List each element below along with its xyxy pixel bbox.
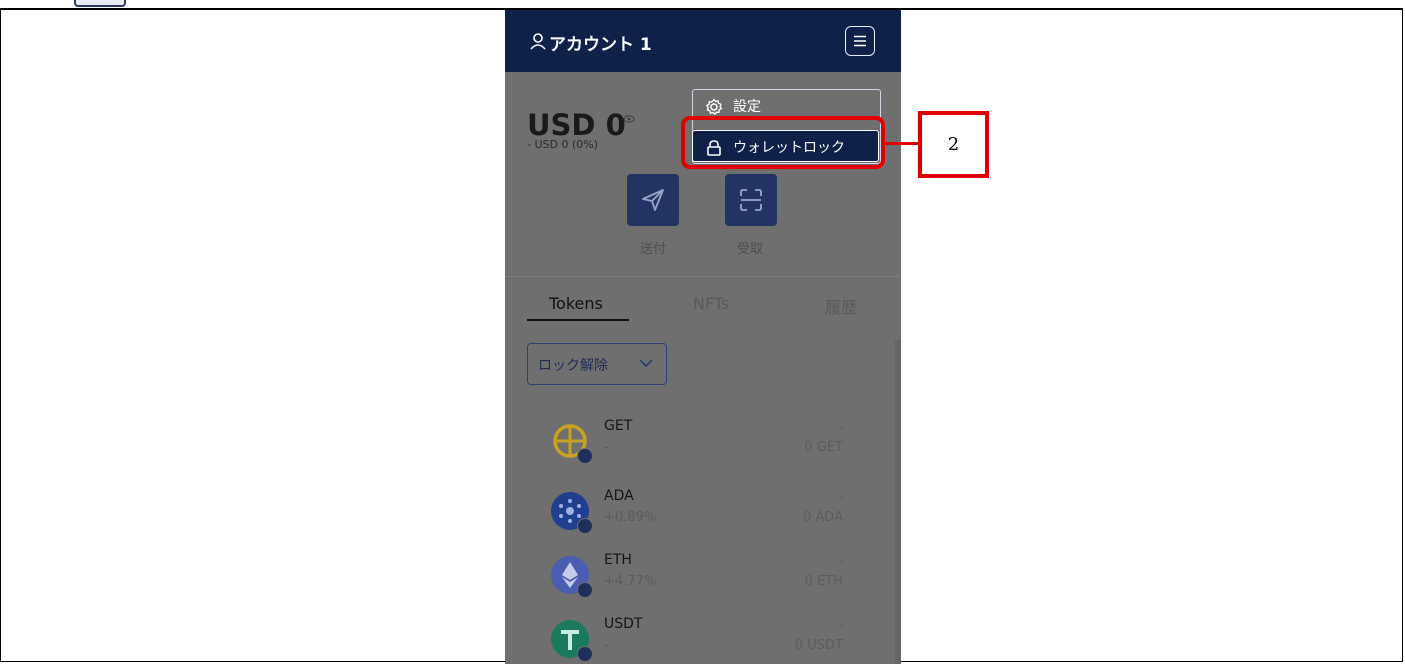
token-fiat-value: - <box>838 554 843 569</box>
cropped-app-icon <box>74 0 126 7</box>
token-amount: 0 GET <box>804 440 843 455</box>
network-badge-icon <box>577 448 593 464</box>
balance-amount: USD 0 <box>527 108 626 142</box>
network-badge-icon <box>577 646 593 662</box>
balance-change: - USD 0 (0%) <box>527 138 598 151</box>
token-amount: 0 ADA <box>803 510 843 525</box>
token-symbol: USDT <box>604 616 643 632</box>
gear-icon <box>706 98 723 115</box>
token-symbol: GET <box>604 418 633 434</box>
receive-button[interactable] <box>725 174 777 226</box>
send-icon <box>642 189 664 211</box>
token-symbol: ETH <box>604 552 632 568</box>
scan-icon <box>740 189 762 211</box>
eye-icon[interactable] <box>623 114 635 124</box>
network-badge-icon <box>577 518 593 534</box>
annotation-highlight <box>681 116 885 169</box>
chevron-down-icon <box>639 359 653 368</box>
token-row[interactable]: ADA +0.89% - 0 ADA <box>505 488 901 552</box>
network-badge-icon <box>577 582 593 598</box>
settings-label: 設定 <box>733 99 761 115</box>
wallet-screen: アカウント 1 USD 0 - USD 0 (0%) 送付 受取 Tokens … <box>505 10 901 664</box>
token-row[interactable]: GET - - 0 GET <box>505 418 901 482</box>
send-label: 送付 <box>640 242 667 257</box>
section-divider <box>505 276 901 277</box>
token-change: - <box>604 440 609 455</box>
token-fiat-value: - <box>838 490 843 505</box>
token-change: +4.77% <box>604 574 657 589</box>
receive-label: 受取 <box>737 242 764 257</box>
active-tab-indicator <box>527 319 629 321</box>
tab-history[interactable]: 履歴 <box>825 294 857 318</box>
tab-nfts[interactable]: NFTs <box>693 294 729 313</box>
token-amount: 0 USDT <box>794 638 843 653</box>
tab-tokens[interactable]: Tokens <box>549 294 603 313</box>
token-row[interactable]: USDT - - 0 USDT <box>505 616 901 664</box>
hamburger-icon <box>854 35 866 47</box>
account-icon <box>530 33 546 50</box>
token-fiat-value: - <box>838 618 843 633</box>
token-fiat-value: - <box>838 420 843 435</box>
hamburger-menu-button[interactable] <box>845 26 875 56</box>
token-change: - <box>604 638 609 653</box>
annotation-callout: 2 <box>918 111 989 178</box>
token-change: +0.89% <box>604 510 657 525</box>
token-amount: 0 ETH <box>804 574 843 589</box>
send-button[interactable] <box>627 174 679 226</box>
lock-filter-select[interactable]: ロック解除 <box>527 343 667 385</box>
annotation-number: 2 <box>947 134 960 155</box>
annotation-connector <box>885 142 918 145</box>
filter-selected-value: ロック解除 <box>538 358 608 374</box>
account-name[interactable]: アカウント 1 <box>549 30 652 55</box>
top-bar: アカウント 1 <box>505 10 901 72</box>
token-row[interactable]: ETH +4.77% - 0 ETH <box>505 552 901 616</box>
token-symbol: ADA <box>604 488 634 504</box>
